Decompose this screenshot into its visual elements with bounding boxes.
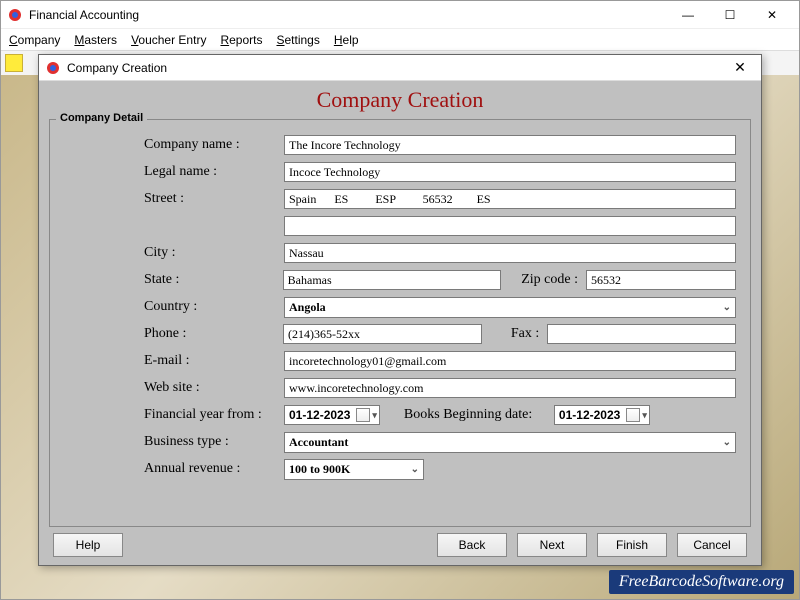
chevron-down-icon: ▾ [642,410,647,421]
label-fax: Fax : [490,326,540,342]
dialog-body: Company Creation Company Detail Company … [39,81,761,565]
dialog-close-button[interactable]: ✕ [725,59,755,76]
label-books-begin: Books Beginning date: [404,407,554,423]
label-fin-year: Financial year from : [144,407,284,423]
street2-input[interactable] [284,216,736,236]
company-detail-group: Company Detail Company name : Legal name… [49,119,751,527]
calendar-icon [626,408,640,422]
street-input[interactable] [284,189,736,209]
label-website: Web site : [144,380,284,396]
note-icon[interactable] [5,54,23,72]
label-legal-name: Legal name : [144,164,284,180]
help-button[interactable]: Help [53,533,123,557]
zip-input[interactable] [586,270,736,290]
label-state: State : [144,272,283,288]
company-name-input[interactable] [284,135,736,155]
label-city: City : [144,245,284,261]
back-button[interactable]: Back [437,533,507,557]
label-email: E-mail : [144,353,284,369]
cancel-button[interactable]: Cancel [677,533,747,557]
city-input[interactable] [284,243,736,263]
dialog-titlebar: Company Creation ✕ [39,55,761,81]
close-button[interactable]: ✕ [751,2,793,28]
dialog-title: Company Creation [67,61,725,75]
menu-settings[interactable]: Settings [276,33,319,47]
maximize-button[interactable]: ☐ [709,2,751,28]
label-country: Country : [144,299,284,315]
menu-voucher[interactable]: Voucher Entry [131,33,206,47]
menubar: Company Masters Voucher Entry Reports Se… [1,29,799,51]
finish-button[interactable]: Finish [597,533,667,557]
books-begin-value: 01-12-2023 [559,408,620,422]
fin-year-datepicker[interactable]: 01-12-2023 ▾ [284,405,380,425]
label-street: Street : [144,191,284,207]
label-business-type: Business type : [144,434,284,450]
chevron-down-icon: ⌄ [723,437,731,448]
annual-revenue-select[interactable]: 100 to 900K ⌄ [284,459,424,480]
app-icon [7,7,23,23]
business-type-value: Accountant [289,435,348,450]
menu-reports[interactable]: Reports [220,33,262,47]
chevron-down-icon: ⌄ [723,302,731,313]
label-annual-revenue: Annual revenue : [144,461,284,477]
email-input[interactable] [284,351,736,371]
website-input[interactable] [284,378,736,398]
minimize-button[interactable]: — [667,2,709,28]
calendar-icon [356,408,370,422]
menu-company[interactable]: Company [9,33,60,47]
form: Company name : Legal name : Street : Cit… [144,134,736,480]
country-value: Angola [289,300,326,315]
label-company-name: Company name : [144,137,284,153]
watermark: FreeBarcodeSoftware.org [609,570,794,594]
state-input[interactable] [283,270,501,290]
business-type-select[interactable]: Accountant ⌄ [284,432,736,453]
label-zip: Zip code : [509,272,578,288]
next-button[interactable]: Next [517,533,587,557]
label-phone: Phone : [144,326,283,342]
legal-name-input[interactable] [284,162,736,182]
menu-help[interactable]: Help [334,33,359,47]
country-select[interactable]: Angola ⌄ [284,297,736,318]
dialog-button-row: Help Back Next Finish Cancel [49,527,751,557]
main-title: Financial Accounting [29,8,667,22]
fin-year-value: 01-12-2023 [289,408,350,422]
phone-input[interactable] [283,324,482,344]
annual-revenue-value: 100 to 900K [289,462,350,477]
company-creation-dialog: Company Creation ✕ Company Creation Comp… [38,54,762,566]
dialog-icon [45,60,61,76]
chevron-down-icon: ⌄ [411,464,419,475]
chevron-down-icon: ▾ [372,410,377,421]
fax-input[interactable] [547,324,736,344]
books-begin-datepicker[interactable]: 01-12-2023 ▾ [554,405,650,425]
main-titlebar: Financial Accounting — ☐ ✕ [1,1,799,29]
dialog-heading: Company Creation [49,85,751,119]
menu-masters[interactable]: Masters [74,33,117,47]
group-title: Company Detail [56,112,147,124]
